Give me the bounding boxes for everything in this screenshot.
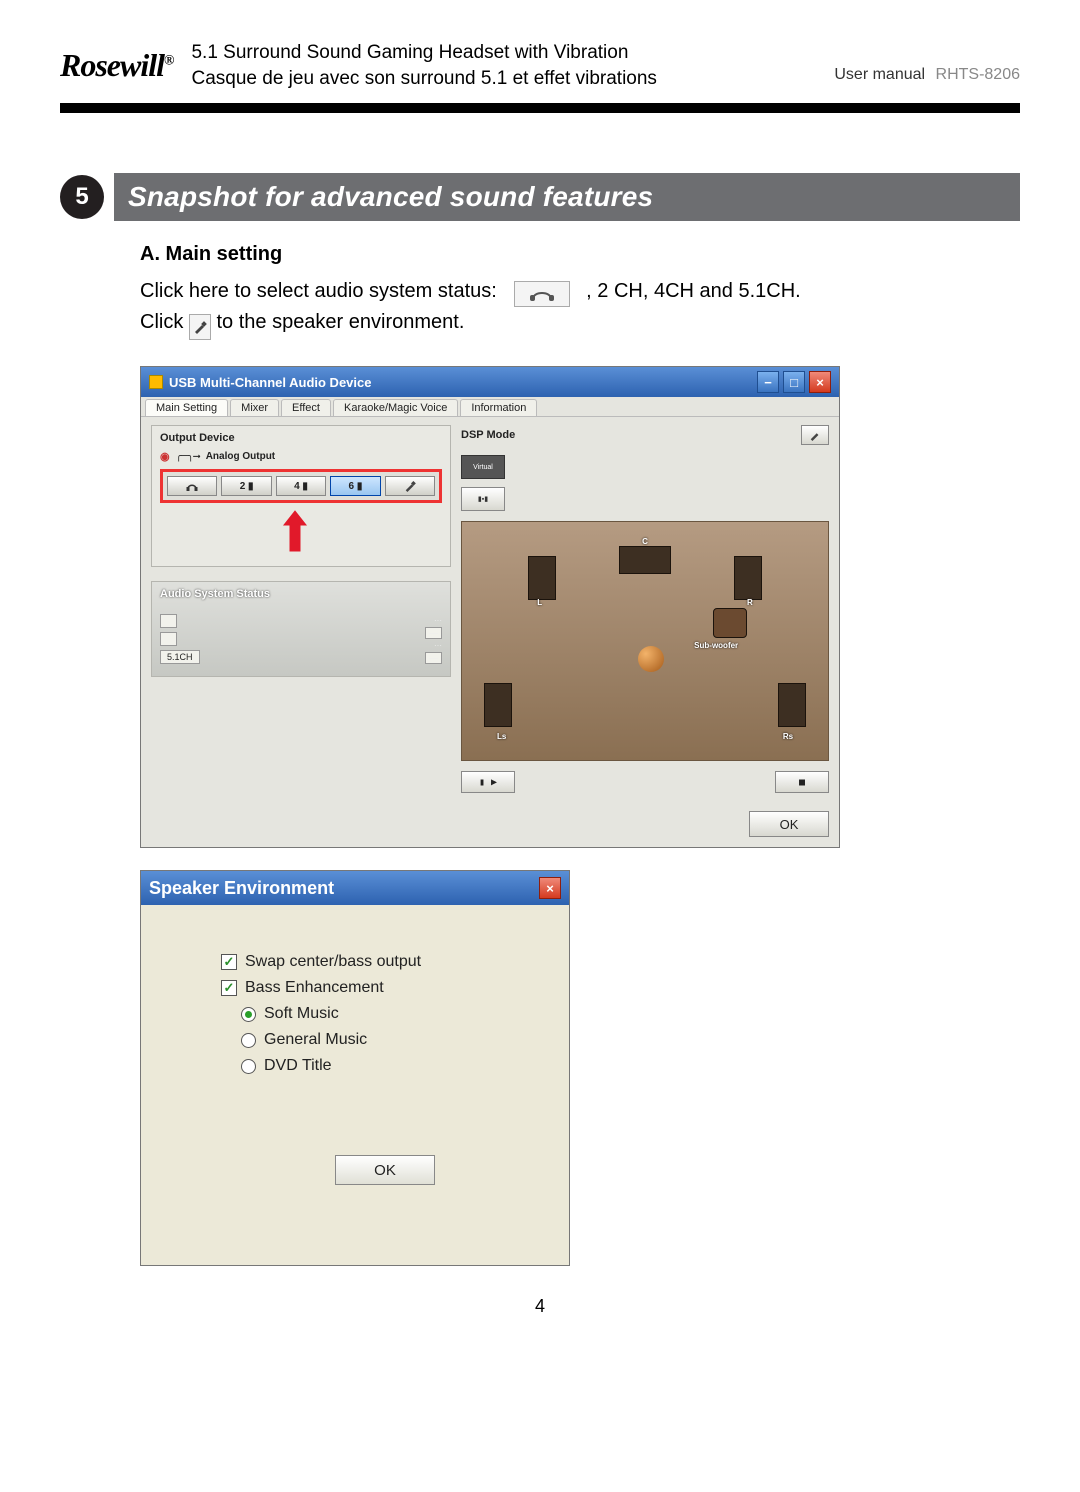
brand-logo: Rosewill® [60,47,173,84]
close-button[interactable]: × [809,371,831,393]
section-number-badge: 5 [60,175,104,219]
general-music-radio[interactable] [241,1033,256,1048]
channel-6-button[interactable]: 6 ▮ [330,476,380,496]
page-header: Rosewill® 5.1 Surround Sound Gaming Head… [60,40,1020,101]
speaker-front-left[interactable] [528,556,556,600]
label-sub: Sub-woofer [692,641,740,650]
instruction-1a: Click here to select audio system status… [140,280,497,302]
headphone-icon [514,281,570,307]
tab-mixer[interactable]: Mixer [230,399,279,416]
arc-icon: ╭─╮⟶ [176,451,200,462]
stop-button[interactable]: ■ [775,771,829,793]
page-number: 4 [60,1296,1020,1317]
tab-bar: Main Setting Mixer Effect Karaoke/Magic … [141,397,839,417]
instruction-2a: Click [140,311,183,333]
header-right: User manual RHTS-8206 [834,48,1020,84]
main-setting-window: USB Multi-Channel Audio Device − □ × Mai… [140,366,840,848]
label-c: C [640,537,650,546]
jack-icon: ◉ [160,450,170,463]
dsp-mode-label: DSP Mode [461,429,515,441]
play-pause-button[interactable]: ▮ ▶ [461,771,515,793]
speaker-environment-dialog: Speaker Environment × ✓ Swap center/bass… [140,870,570,1266]
dvd-title-radio[interactable] [241,1059,256,1074]
label-rs: Rs [781,732,795,741]
channel-headphone-button[interactable] [167,476,217,496]
env-tool-button[interactable] [385,476,435,496]
speaker-subwoofer[interactable] [713,608,747,638]
maximize-button[interactable]: □ [783,371,805,393]
brand-name: Rosewill [60,47,164,83]
model-number: RHTS-8206 [936,66,1020,83]
instruction-text: Click here to select audio system status… [140,276,980,340]
header-line-2: Casque de jeu avec son surround 5.1 et e… [191,66,816,92]
dsp-tool-button[interactable] [801,425,829,445]
env-tool-icon [189,314,211,340]
section-heading: 5 Snapshot for advanced sound features [60,173,1020,221]
bass-label: Bass Enhancement [245,979,384,997]
speaker-room-view[interactable]: C L R Ls Rs Sub-woofer [461,521,829,761]
dsp-virtual-icon[interactable]: Virtual [461,455,505,479]
tab-main-setting[interactable]: Main Setting [145,399,228,416]
tab-information[interactable]: Information [460,399,537,416]
registered-mark: ® [164,53,173,68]
label-l: L [535,598,544,607]
soft-music-radio[interactable] [241,1007,256,1022]
channel-selector-strip: 2 ▮ 4 ▮ 6 ▮ [160,469,442,503]
swap-checkbox[interactable]: ✓ [221,954,237,970]
dvd-title-label: DVD Title [264,1057,332,1075]
bass-checkbox[interactable]: ✓ [221,980,237,996]
header-line-1: 5.1 Surround Sound Gaming Headset with V… [191,40,816,66]
header-description: 5.1 Surround Sound Gaming Headset with V… [191,40,816,91]
instruction-2b: to the speaker environment. [216,311,464,333]
analog-output-label: Analog Output [206,451,275,462]
channel-2-button[interactable]: 2 ▮ [221,476,271,496]
header-divider [60,103,1020,113]
general-music-label: General Music [264,1031,367,1049]
label-ls: Ls [495,732,508,741]
audio-status-label: Audio System Status [160,588,442,600]
audio-status-group: Audio System Status 5.1CH ···— ···— [151,581,451,677]
dialog-title: Speaker Environment [149,878,334,899]
section-title-bar: Snapshot for advanced sound features [114,173,1020,221]
listener-position[interactable] [638,646,664,672]
window-title: USB Multi-Channel Audio Device [169,375,371,390]
speaker-surround-right[interactable] [778,683,806,727]
label-r: R [745,598,755,607]
ok-button[interactable]: OK [749,811,829,837]
app-icon [149,375,163,389]
dialog-close-button[interactable]: × [539,877,561,899]
window-titlebar: USB Multi-Channel Audio Device − □ × [141,367,839,397]
red-arrow-annotation [280,509,442,556]
instruction-1b: , 2 CH, 4CH and 5.1CH. [586,280,801,302]
tab-karaoke[interactable]: Karaoke/Magic Voice [333,399,458,416]
dialog-ok-button[interactable]: OK [335,1155,435,1185]
status-chip-1 [160,614,177,628]
soft-music-label: Soft Music [264,1005,339,1023]
speaker-center[interactable] [619,546,671,574]
user-manual-label: User manual [834,66,925,83]
minimize-button[interactable]: − [757,371,779,393]
dsp-eq-icon[interactable]: ▮▪▮ [461,487,505,511]
subsection-a-heading: A. Main setting [140,243,1020,266]
status-chip-2 [160,632,177,646]
status-chip-51: 5.1CH [160,650,200,664]
speaker-front-right[interactable] [734,556,762,600]
swap-label: Swap center/bass output [245,953,421,971]
speaker-surround-left[interactable] [484,683,512,727]
channel-4-button[interactable]: 4 ▮ [276,476,326,496]
output-device-group: Output Device ◉ ╭─╮⟶ Analog Output 2 ▮ 4… [151,425,451,567]
tab-effect[interactable]: Effect [281,399,331,416]
analog-output-row: ◉ ╭─╮⟶ Analog Output [160,450,442,463]
output-device-label: Output Device [160,432,442,444]
